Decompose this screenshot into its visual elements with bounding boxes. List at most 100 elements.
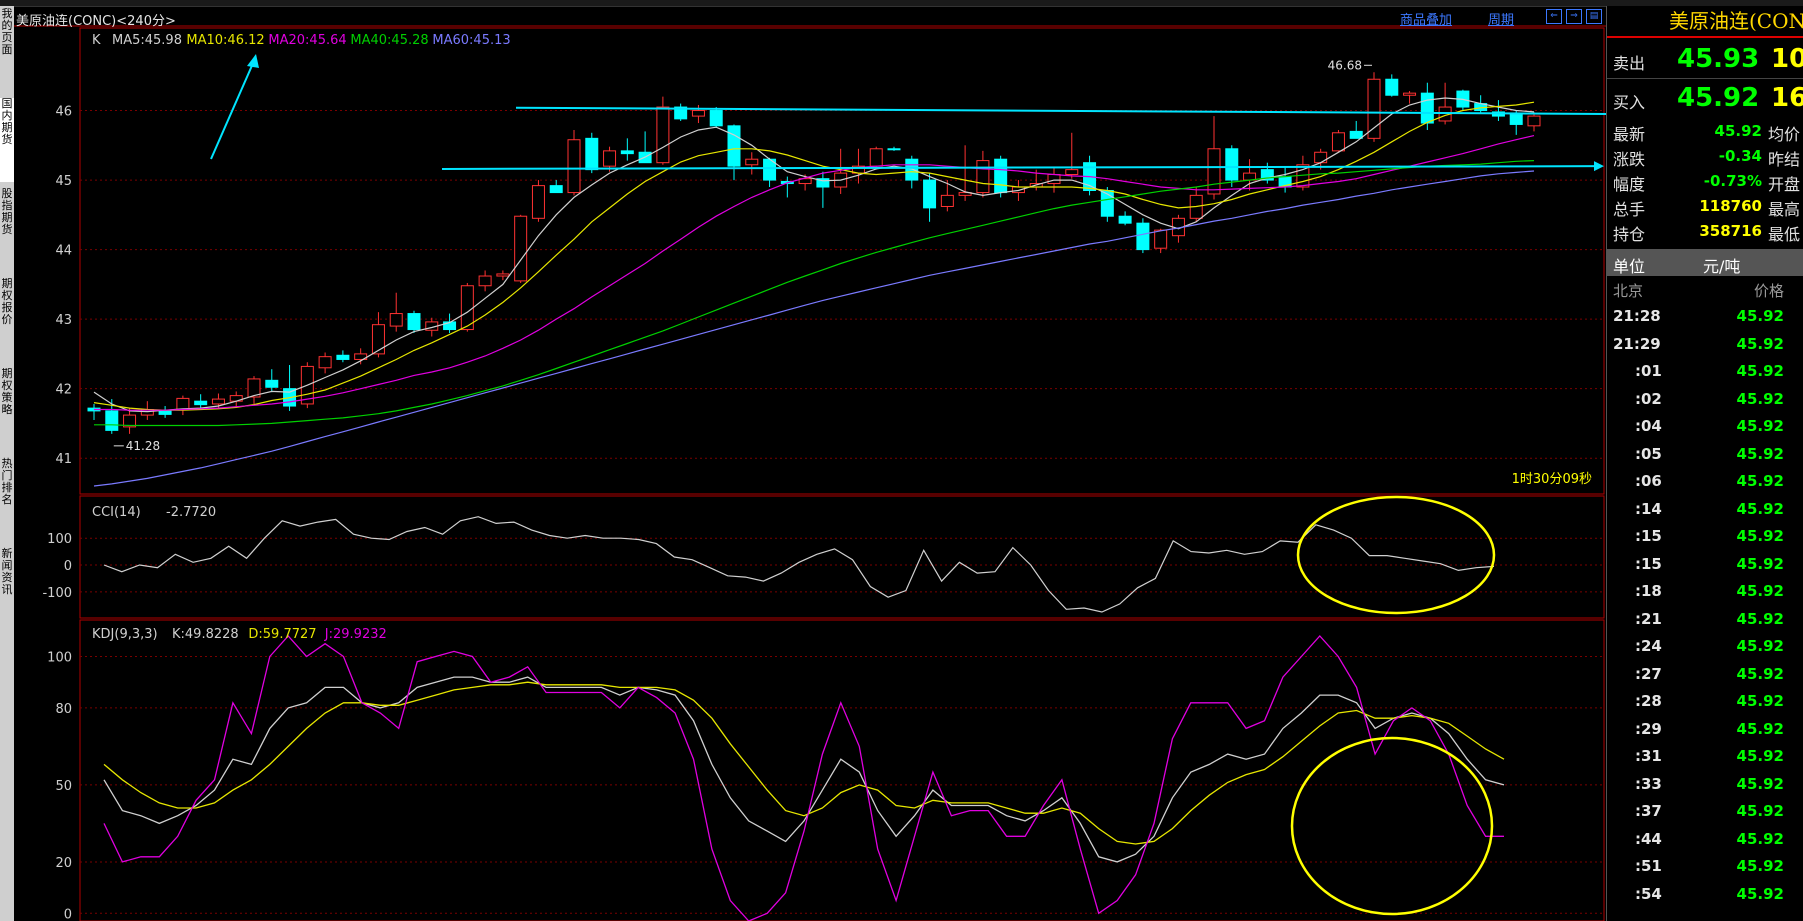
left-tab-0[interactable]: 我的页面 xyxy=(0,8,14,92)
nav-next-icon[interactable]: ⇒ xyxy=(1566,9,1582,24)
tick-header-time: 北京 xyxy=(1613,282,1644,300)
tick-time: :44 xyxy=(1635,829,1662,848)
tick-price: 45.92 xyxy=(1736,499,1784,518)
stat-value: 358716 xyxy=(1699,222,1762,240)
candle-up xyxy=(318,356,332,369)
stat-label-secondary: 均价 xyxy=(1768,125,1801,144)
candle-down xyxy=(905,158,919,181)
tick-row: :14 45.92 xyxy=(1607,496,1803,523)
cci-indicator-label: CCI(14) xyxy=(92,505,141,520)
kdj-tick-label: 50 xyxy=(55,779,72,794)
main-indicator-label: K xyxy=(92,33,101,48)
ma-line-ma5 xyxy=(93,97,1535,413)
tick-row: :24 45.92 xyxy=(1607,633,1803,660)
candle-up xyxy=(1527,115,1541,127)
kdj-indicator-label: KDJ(9,3,3) xyxy=(92,627,158,642)
candle-up xyxy=(869,148,883,167)
stat-value: 118760 xyxy=(1699,197,1762,215)
candle-up xyxy=(745,158,759,166)
candle-down xyxy=(105,410,119,431)
candle-up xyxy=(531,185,545,219)
stat-label-secondary: 开盘 xyxy=(1768,175,1801,194)
candle-down xyxy=(336,354,350,360)
left-tab-1[interactable]: 国内期货 xyxy=(0,98,14,182)
ma-legend-ma40: MA40:45.28 xyxy=(350,33,428,48)
tick-price: 45.92 xyxy=(1736,554,1784,573)
left-tab-5[interactable]: 热门排名 xyxy=(0,458,14,542)
tick-time: :01 xyxy=(1635,362,1662,380)
countdown-timer: 1时30分09秒 xyxy=(1512,472,1592,487)
candle-up xyxy=(1207,148,1221,195)
kdj-tick-label: 80 xyxy=(55,702,72,717)
overlay-commodity-link[interactable]: 商品叠加 xyxy=(1400,9,1452,28)
left-tab-2[interactable]: 股指期货 xyxy=(0,188,14,272)
high-price-label: 46.68 xyxy=(1328,58,1362,72)
tick-time: :18 xyxy=(1635,582,1662,600)
candle-down xyxy=(923,179,937,209)
stat-label-secondary: 昨结 xyxy=(1768,150,1801,169)
tick-time: :24 xyxy=(1635,637,1662,655)
kdj-tick-label: 0 xyxy=(64,907,72,921)
cci-line xyxy=(103,516,1495,613)
cci-tick-label: 0 xyxy=(64,559,72,574)
candle-down xyxy=(709,110,723,127)
tick-time: :33 xyxy=(1635,774,1662,793)
tick-row: :01 45.92 xyxy=(1607,358,1803,385)
tick-price: 45.92 xyxy=(1736,692,1784,710)
tick-price: 45.92 xyxy=(1736,719,1784,738)
stat-value: -0.73% xyxy=(1703,172,1762,190)
ma-legend-ma20: MA20:45.64 xyxy=(268,33,346,48)
y-tick-label: 42 xyxy=(55,383,72,398)
cci-tick-label: 100 xyxy=(47,532,72,547)
ma-line-ma10 xyxy=(93,101,1535,411)
tick-time: :27 xyxy=(1635,664,1662,683)
candle-down xyxy=(1136,222,1150,251)
candle-up xyxy=(1314,151,1328,164)
buy-row[interactable]: 买入 45.92 16 xyxy=(1607,78,1803,115)
tick-header-price: 价格 xyxy=(1753,282,1784,300)
quote-panel: 美原油连(CONC) 卖出 45.93 10 买入 45.92 16 最新 45… xyxy=(1606,6,1803,921)
nav-prev-icon[interactable]: ⇐ xyxy=(1546,9,1562,24)
left-tab-4[interactable]: 期权策略 xyxy=(0,368,14,452)
tick-row: :37 45.92 xyxy=(1607,798,1803,825)
y-tick-label: 44 xyxy=(55,244,72,259)
candle-down xyxy=(1509,113,1523,125)
candle-up xyxy=(567,139,581,194)
kdj-legend-d: D:59.7727 xyxy=(248,627,316,642)
kdj-tick-label: 100 xyxy=(47,651,72,666)
stat-row-latest: 最新 45.92 均价 xyxy=(1607,118,1803,144)
tick-price: 45.92 xyxy=(1736,609,1784,628)
sell-row[interactable]: 卖出 45.93 10 xyxy=(1607,40,1803,76)
stat-row-change: 涨跌 -0.34 昨结 xyxy=(1607,143,1803,169)
kline-chart-area[interactable]: 41 42 43 44 45 46 K MA5:45.98 MA10:46.12 MA20:45.… xyxy=(14,6,1606,921)
tick-price: 45.92 xyxy=(1736,802,1784,820)
candle-down xyxy=(994,158,1008,194)
candle-up xyxy=(371,324,385,355)
tick-row: :15 45.92 xyxy=(1607,523,1803,550)
left-tab-bar: 我的页面国内期货股指期货期权报价期权策略热门排名新闻资讯 xyxy=(0,6,14,921)
nav-layout-icon[interactable]: ▤ xyxy=(1586,9,1602,24)
left-tab-3[interactable]: 期权报价 xyxy=(0,278,14,362)
tick-time: :02 xyxy=(1635,389,1662,408)
tick-time: :21 xyxy=(1635,609,1662,628)
period-link[interactable]: 周期 xyxy=(1488,9,1514,28)
tick-row: 21:29 45.92 xyxy=(1607,331,1803,358)
tick-time: :14 xyxy=(1635,499,1662,518)
tick-price: 45.92 xyxy=(1736,334,1784,353)
ma-legend-ma10: MA10:46.12 xyxy=(186,33,264,48)
candle-up xyxy=(1403,92,1417,96)
tick-row: :15 45.92 xyxy=(1607,551,1803,578)
tick-time: :29 xyxy=(1635,719,1662,738)
tick-row: :04 45.92 xyxy=(1607,413,1803,440)
left-tab-6[interactable]: 新闻资讯 xyxy=(0,548,14,632)
tick-row: :21 45.92 xyxy=(1607,606,1803,633)
candle-up xyxy=(176,397,190,411)
highlight-circle-cci xyxy=(1296,495,1496,615)
tick-time: :05 xyxy=(1635,444,1662,463)
unit-value: 元/吨 xyxy=(1703,257,1741,276)
y-tick-label: 43 xyxy=(55,313,72,328)
tick-row: :51 45.92 xyxy=(1607,853,1803,880)
candle-down xyxy=(887,148,901,151)
kdj-legend-k: K:49.8228 xyxy=(172,627,239,642)
tick-price: 45.92 xyxy=(1736,527,1784,545)
